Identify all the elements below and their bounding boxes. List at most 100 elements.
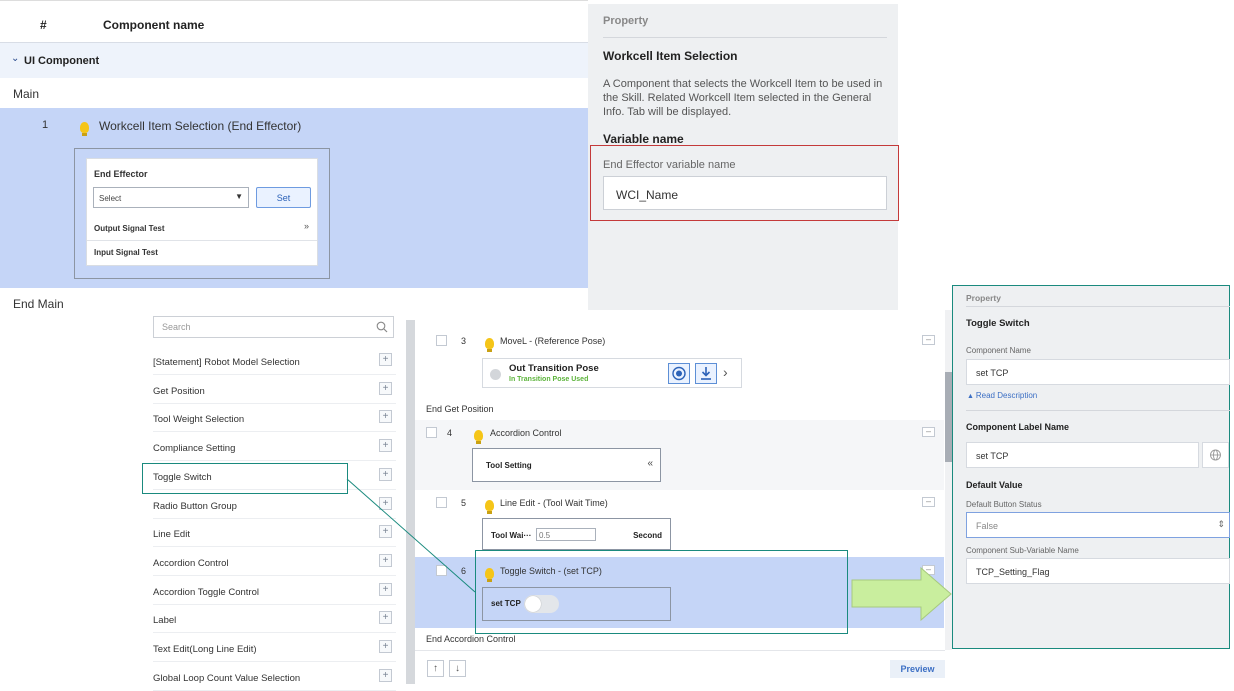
property-title: Toggle Switch (966, 318, 1030, 329)
editor-footer: ↑ ↓ Preview (415, 650, 945, 684)
section-title: UI Component (24, 55, 100, 67)
section-header-ui-component[interactable]: ⌄ UI Component (0, 42, 588, 78)
list-item[interactable]: Global Loop Count Value Selection + (153, 663, 396, 691)
add-icon[interactable]: + (379, 640, 392, 653)
divider (603, 37, 887, 38)
subvar-input[interactable]: TCP_Setting_Flag (966, 558, 1230, 584)
list-item[interactable]: Line Edit + (153, 519, 396, 548)
tool-wait-value: 0.5 (539, 531, 551, 540)
search-icon[interactable] (376, 321, 388, 333)
default-button-value: False (976, 521, 999, 531)
variable-input-value: WCI_Name (616, 188, 679, 202)
globe-button[interactable] (1202, 442, 1229, 468)
row-number: 6 (461, 566, 467, 576)
list-item-label: Accordion Control (153, 557, 229, 569)
list-item[interactable]: Accordion Toggle Control + (153, 577, 396, 605)
toggle-switch-highlight (142, 463, 348, 494)
list-item-label: Compliance Setting (153, 443, 236, 455)
variable-name-title: Variable name (603, 132, 684, 146)
accordion-output-signal[interactable]: Output Signal Test » (87, 215, 317, 241)
row-checkbox[interactable] (436, 335, 447, 346)
tool-wait-input[interactable]: 0.5 (536, 528, 596, 541)
row-checkbox[interactable] (436, 497, 447, 508)
collapse-icon[interactable]: – (922, 335, 935, 345)
scrollbar[interactable] (945, 310, 952, 650)
row-checkbox[interactable] (436, 565, 447, 576)
search-input[interactable]: Search (153, 316, 394, 338)
table-row-5[interactable]: 5 Line Edit - (Tool Wait Time) – Tool Wa… (415, 490, 944, 556)
add-icon[interactable]: + (379, 353, 392, 366)
transition-pose-widget: Out Transition Pose In Transition Pose U… (482, 358, 742, 388)
main-label: Main (13, 87, 40, 101)
select-value: Select (99, 194, 122, 203)
subvar-value: TCP_Setting_Flag (976, 567, 1050, 577)
list-item[interactable]: Text Edit(Long Line Edit) + (153, 634, 396, 662)
move-down-button[interactable]: ↓ (449, 660, 466, 677)
end-effector-preview: End Effector Select ▼ Set Output Signal … (86, 158, 318, 266)
list-item[interactable]: Compliance Setting + (153, 433, 396, 462)
download-button[interactable] (695, 363, 717, 384)
list-item-label: Label (153, 615, 177, 627)
bulb-icon (80, 120, 89, 138)
set-button-label: Set (276, 193, 291, 203)
tool-wait-time-widget: Tool Wai··· 0.5 Second (482, 518, 671, 550)
caret-up-icon: ▲ (967, 393, 976, 400)
preview-button[interactable]: Preview (890, 660, 945, 678)
add-icon[interactable]: + (379, 381, 392, 395)
row-label: MoveL - (Reference Pose) (500, 336, 606, 346)
end-main-label: End Main (13, 297, 64, 311)
add-icon[interactable]: + (379, 439, 392, 453)
in-pose-label: In Transition Pose Used (509, 376, 589, 383)
list-item-label: Line Edit (153, 529, 190, 541)
col-header-number: # (40, 18, 47, 32)
double-chevron-up-icon[interactable]: « (647, 458, 653, 469)
double-chevron-down-icon[interactable]: » (304, 221, 309, 231)
end-effector-select[interactable]: Select ▼ (93, 187, 249, 208)
scrollbar-thumb[interactable] (945, 372, 952, 462)
read-description-label: Read Description (975, 391, 1038, 400)
end-effector-variable-input[interactable]: WCI_Name (603, 176, 887, 210)
label-name-input[interactable]: set TCP (966, 442, 1199, 468)
set-button[interactable]: Set (256, 187, 311, 208)
list-item[interactable]: Label + (153, 605, 396, 634)
radio-icon[interactable] (490, 369, 501, 380)
tool-setting-accordion[interactable]: Tool Setting « (472, 448, 661, 482)
unit-label: Second (633, 531, 662, 540)
target-button[interactable] (668, 363, 690, 384)
list-item-label: Radio Button Group (153, 500, 237, 512)
bulb-icon (485, 498, 494, 516)
add-icon[interactable]: + (379, 410, 392, 424)
end-get-position-label: End Get Position (426, 404, 494, 414)
add-icon[interactable]: + (379, 553, 392, 567)
add-icon[interactable]: + (379, 467, 392, 481)
table-row-3[interactable]: 3 MoveL - (Reference Pose) – Out Transit… (415, 328, 944, 396)
collapse-icon[interactable]: – (922, 497, 935, 507)
splitter[interactable] (406, 320, 415, 684)
subvar-label: Component Sub-Variable Name (966, 546, 1079, 555)
collapse-icon[interactable]: – (922, 565, 935, 575)
read-description-link[interactable]: ▲ Read Description (967, 391, 1037, 400)
collapse-icon[interactable]: – (922, 427, 935, 437)
chevron-down-icon[interactable]: ⌄ (11, 53, 19, 64)
default-button-select[interactable]: False ⇕ (966, 512, 1230, 538)
table-row-4[interactable]: 4 Accordion Control – Tool Setting « (415, 420, 944, 490)
tool-setting-label: Tool Setting (486, 461, 532, 470)
output-signal-label: Output Signal Test (94, 224, 165, 233)
move-up-button[interactable]: ↑ (427, 660, 444, 677)
row-label: Line Edit - (Tool Wait Time) (500, 498, 608, 508)
property-header: Property (966, 293, 1001, 303)
list-item[interactable]: Radio Button Group + (153, 491, 396, 519)
list-item[interactable]: [Statement] Robot Model Selection + (153, 347, 396, 375)
component-name-input[interactable]: set TCP (966, 359, 1230, 385)
add-icon[interactable]: + (379, 525, 392, 539)
add-icon[interactable]: + (379, 668, 392, 682)
chevron-right-icon[interactable]: › (723, 364, 728, 380)
add-icon[interactable]: + (379, 496, 392, 510)
list-item[interactable]: Accordion Control + (153, 548, 396, 576)
row-checkbox[interactable] (426, 427, 437, 438)
list-item[interactable]: Get Position + (153, 376, 396, 404)
add-icon[interactable]: + (379, 611, 392, 625)
list-item-label: Global Loop Count Value Selection (153, 672, 301, 684)
list-item[interactable]: Tool Weight Selection + (153, 404, 396, 433)
add-icon[interactable]: + (379, 582, 392, 596)
